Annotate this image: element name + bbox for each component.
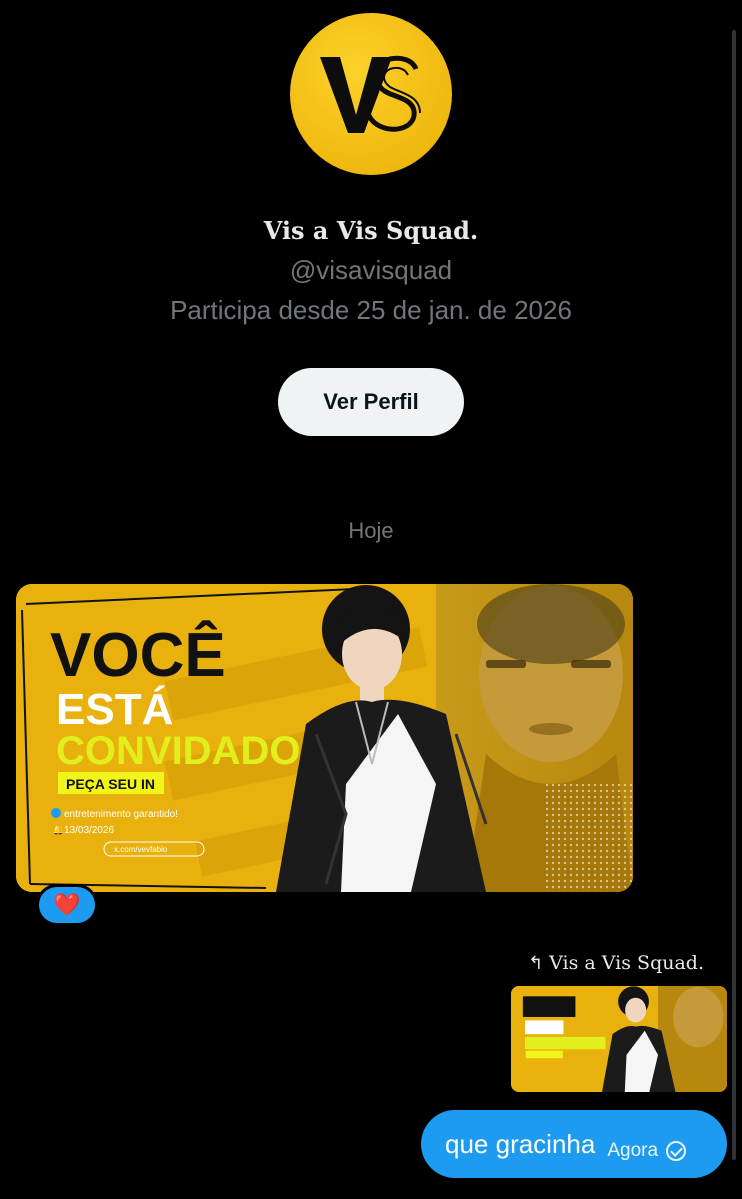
message-time-label: Agora bbox=[607, 1140, 659, 1161]
heart-icon: ❤️ bbox=[53, 892, 81, 918]
banner-headline-2: ESTÁ bbox=[56, 684, 173, 734]
image-message[interactable]: VOCÊ ESTÁ CONVIDADO PEÇA SEU IN entreten… bbox=[16, 584, 633, 892]
heart-reaction[interactable]: ❤️ bbox=[36, 884, 98, 926]
replied-image-thumbnail[interactable] bbox=[511, 986, 727, 1092]
message-timestamp: Agora bbox=[607, 1140, 687, 1162]
vs-logo-icon bbox=[320, 55, 421, 133]
banner-headline-1: VOCÊ bbox=[50, 621, 226, 690]
svg-text:🔔: 🔔 bbox=[52, 824, 64, 836]
check-circle-icon bbox=[666, 1141, 687, 1161]
reply-arrow-icon: ↰ bbox=[528, 952, 544, 974]
banner-cta: PEÇA SEU IN bbox=[66, 776, 155, 792]
sent-message-bubble[interactable]: que gracinha Agora bbox=[421, 1110, 727, 1178]
invitation-thumbnail-image bbox=[511, 986, 727, 1092]
reply-to-name: Vis a Vis Squad. bbox=[549, 952, 704, 974]
profile-display-name: Vis a Vis Squad. bbox=[263, 216, 479, 245]
reply-reference[interactable]: ↰ Vis a Vis Squad. bbox=[528, 952, 704, 974]
scrollbar[interactable] bbox=[732, 30, 736, 1160]
banner-headline-3: CONVIDADO bbox=[56, 729, 300, 773]
banner-tagline: entretenimento garantido! bbox=[64, 809, 178, 820]
message-text: que gracinha bbox=[445, 1128, 596, 1159]
date-separator: Hoje bbox=[348, 518, 394, 543]
view-profile-button[interactable]: Ver Perfil bbox=[278, 368, 464, 436]
profile-joined-date: Participa desde 25 de jan. de 2026 bbox=[170, 295, 572, 325]
profile-avatar[interactable] bbox=[290, 13, 452, 175]
invitation-banner-image: VOCÊ ESTÁ CONVIDADO PEÇA SEU IN entreten… bbox=[16, 584, 633, 892]
banner-date: 13/03/2026 bbox=[64, 825, 114, 836]
profile-handle: @visavisquad bbox=[289, 255, 453, 285]
banner-url: x.com/vevfabio bbox=[114, 845, 168, 854]
